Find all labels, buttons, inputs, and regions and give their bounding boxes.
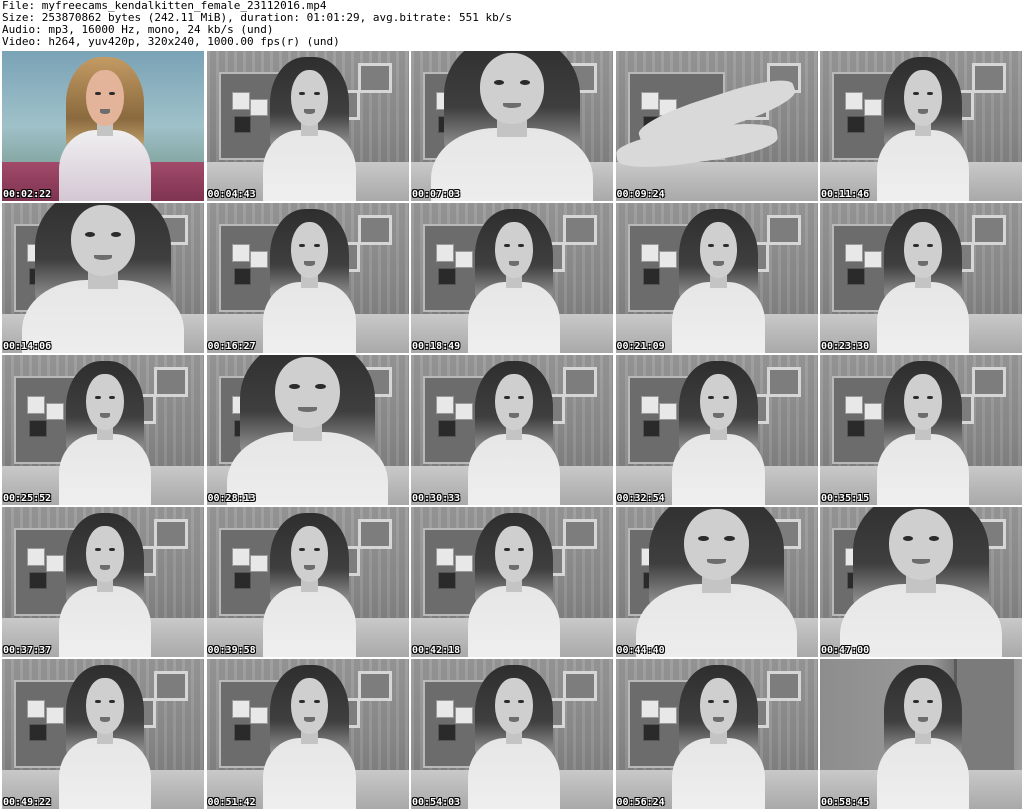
thumbnail-timestamp: 00:37:37 (3, 645, 52, 656)
video-thumbnail[interactable]: 00:58:45 (820, 659, 1022, 809)
thumbnail-timestamp: 00:56:24 (616, 797, 665, 808)
video-thumbnail[interactable]: 00:56:24 (615, 659, 818, 809)
thumbnail-timestamp: 00:39:58 (207, 645, 256, 656)
video-thumbnail[interactable]: 00:25:52 (2, 355, 204, 505)
thumbnail-timestamp: 00:51:42 (207, 797, 256, 808)
thumbnail-timestamp: 00:16:27 (207, 341, 256, 352)
thumbnail-frame-image (615, 51, 818, 201)
thumbnail-timestamp: 00:14:06 (3, 341, 52, 352)
video-thumbnail[interactable]: 00:07:03 (411, 51, 613, 201)
video-thumbnail[interactable]: 00:47:00 (820, 507, 1022, 657)
video-thumbnail[interactable]: 00:18:49 (411, 203, 613, 353)
thumbnail-frame-image (615, 203, 818, 353)
thumbnail-frame-image (615, 659, 818, 809)
thumbnail-frame-image (2, 203, 204, 353)
thumbnail-frame-image (820, 659, 1022, 809)
thumbnail-timestamp: 00:04:43 (207, 189, 256, 200)
thumbnail-frame-image (206, 203, 409, 353)
video-thumbnail[interactable]: 00:16:27 (206, 203, 409, 353)
thumbnail-timestamp: 00:54:03 (412, 797, 461, 808)
thumbnail-timestamp: 00:35:15 (821, 493, 870, 504)
video-thumbnail[interactable]: 00:44:40 (615, 507, 818, 657)
thumbnail-frame-image (820, 51, 1022, 201)
thumbnail-timestamp: 00:07:03 (412, 189, 461, 200)
video-line: Video: h264, yuv420p, 320x240, 1000.00 f… (2, 35, 340, 48)
thumbnail-timestamp: 00:49:22 (3, 797, 52, 808)
video-thumbnail[interactable]: 00:51:42 (206, 659, 409, 809)
video-thumbnail[interactable]: 00:42:18 (411, 507, 613, 657)
video-thumbnail[interactable]: 00:35:15 (820, 355, 1022, 505)
thumbnail-timestamp: 00:47:00 (821, 645, 870, 656)
thumbnail-frame-image (411, 507, 613, 657)
video-thumbnail[interactable]: 00:39:58 (206, 507, 409, 657)
video-thumbnail[interactable]: 00:30:33 (411, 355, 613, 505)
thumbnail-frame-image (2, 355, 204, 505)
thumbnail-frame-image (2, 51, 204, 201)
thumbnail-timestamp: 00:30:33 (412, 493, 461, 504)
thumbnail-timestamp: 00:02:22 (3, 189, 52, 200)
video-thumbnail[interactable]: 00:11:46 (820, 51, 1022, 201)
file-info-header: File: myfreecams_kendalkitten_female_231… (2, 0, 1022, 48)
thumbnail-frame-image (411, 203, 613, 353)
thumbnail-frame-image (2, 659, 204, 809)
thumbnail-timestamp: 00:11:46 (821, 189, 870, 200)
video-thumbnail[interactable]: 00:28:13 (206, 355, 409, 505)
thumbnail-timestamp: 00:42:18 (412, 645, 461, 656)
video-thumbnail[interactable]: 00:37:37 (2, 507, 204, 657)
thumbnail-timestamp: 00:25:52 (3, 493, 52, 504)
thumbnail-frame-image (2, 507, 204, 657)
thumbnail-frame-image (615, 355, 818, 505)
thumbnail-timestamp: 00:21:09 (616, 341, 665, 352)
thumbnail-timestamp: 00:23:30 (821, 341, 870, 352)
video-thumbnail[interactable]: 00:54:03 (411, 659, 613, 809)
thumbnail-frame-image (411, 51, 613, 201)
thumbnail-timestamp: 00:18:49 (412, 341, 461, 352)
thumbnail-frame-image (820, 203, 1022, 353)
thumbnail-grid: 00:02:22 00:04:43 00:07:03 00:09:24 00:11:46… (2, 51, 1022, 809)
thumbnail-frame-image (615, 507, 818, 657)
video-thumbnail[interactable]: 00:49:22 (2, 659, 204, 809)
video-thumbnail[interactable]: 00:09:24 (615, 51, 818, 201)
thumbnail-frame-image (411, 355, 613, 505)
thumbnail-timestamp: 00:32:54 (616, 493, 665, 504)
video-thumbnail[interactable]: 00:21:09 (615, 203, 818, 353)
video-thumbnail[interactable]: 00:32:54 (615, 355, 818, 505)
thumbnail-frame-image (820, 355, 1022, 505)
thumbnail-frame-image (820, 507, 1022, 657)
thumbnail-frame-image (206, 51, 409, 201)
thumbnail-timestamp: 00:44:40 (616, 645, 665, 656)
thumbnail-frame-image (206, 659, 409, 809)
thumbnail-frame-image (411, 659, 613, 809)
video-thumbnail[interactable]: 00:14:06 (2, 203, 204, 353)
video-thumbnail[interactable]: 00:04:43 (206, 51, 409, 201)
thumbnail-timestamp: 00:28:13 (207, 493, 256, 504)
thumbnail-timestamp: 00:09:24 (616, 189, 665, 200)
thumbnail-timestamp: 00:58:45 (821, 797, 870, 808)
thumbnail-frame-image (206, 507, 409, 657)
video-thumbnail[interactable]: 00:23:30 (820, 203, 1022, 353)
video-thumbnail[interactable]: 00:02:22 (2, 51, 204, 201)
thumbnail-frame-image (206, 355, 409, 505)
